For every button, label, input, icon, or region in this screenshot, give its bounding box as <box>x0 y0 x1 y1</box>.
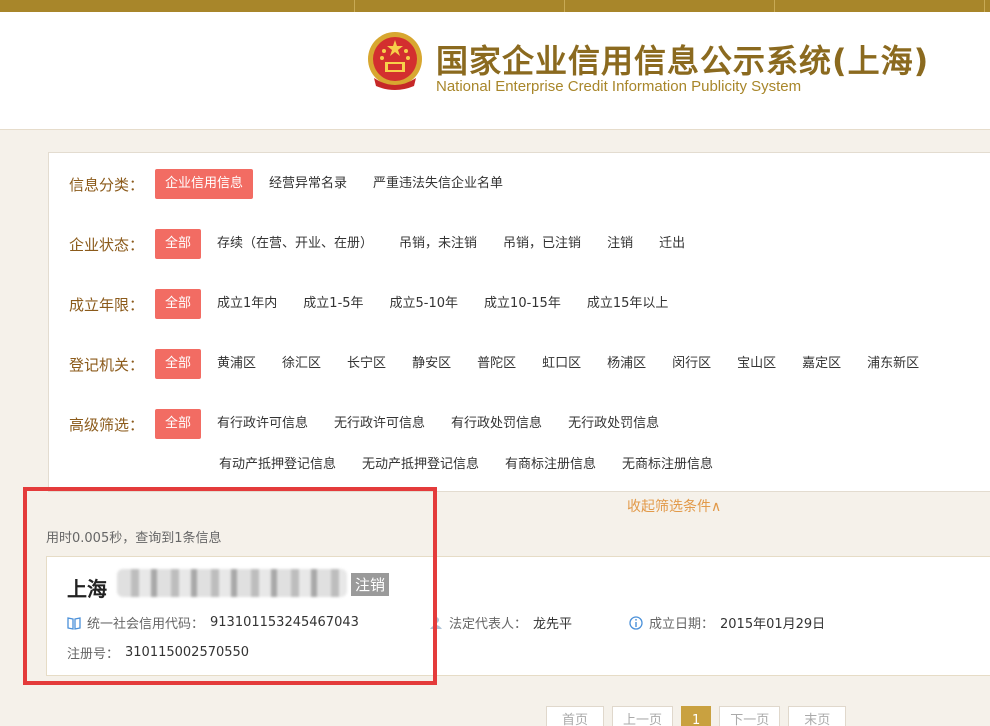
filter-row-category: 信息分类： 企业信用信息 经营异常名录 严重违法失信企业名单 <box>69 169 519 199</box>
filter-row-status: 企业状态： 全部 存续（在营、开业、在册） 吊销，未注销 吊销，已注销 注销 迁… <box>69 229 701 259</box>
first-page-button[interactable]: 首页 <box>546 706 604 726</box>
filter-panel: 信息分类： 企业信用信息 经营异常名录 严重违法失信企业名单 企业状态： 全部 … <box>48 152 990 492</box>
filter-option-district[interactable]: 普陀区 <box>467 349 526 379</box>
filter-label: 高级筛选： <box>69 415 145 434</box>
filter-option-all[interactable]: 全部 <box>155 229 202 259</box>
next-page-button[interactable]: 下一页 <box>719 706 781 726</box>
filter-row-founded: 成立年限： 全部 成立1年内 成立1-5年 成立5-10年 成立10-15年 成… <box>69 289 684 319</box>
filter-row-advanced-continued: 有动产抵押登记信息 无动产抵押登记信息 有商标注册信息 无商标注册信息 <box>209 450 729 480</box>
pagination: 首页 上一页 1 下一页 末页 <box>546 706 847 726</box>
filter-option-all[interactable]: 全部 <box>155 289 202 319</box>
filter-option-blacklist[interactable]: 严重违法失信企业名单 <box>363 169 513 199</box>
filter-option-district[interactable]: 长宁区 <box>337 349 396 379</box>
filter-option-abnormal-list[interactable]: 经营异常名录 <box>259 169 357 199</box>
filter-option-has-trademark[interactable]: 有商标注册信息 <box>495 450 606 480</box>
filter-option-district[interactable]: 宝山区 <box>727 349 786 379</box>
last-page-button[interactable]: 末页 <box>788 706 847 726</box>
legal-rep-field: 法定代表人： 龙先平 <box>429 613 572 632</box>
filter-option-no-license[interactable]: 无行政许可信息 <box>324 409 435 439</box>
filter-option-has-penalty[interactable]: 有行政处罚信息 <box>441 409 552 439</box>
filter-label: 成立年限： <box>69 295 145 314</box>
filter-option-district[interactable]: 虹口区 <box>532 349 591 379</box>
top-bar-segment <box>0 0 355 12</box>
filter-row-authority: 登记机关： 全部 黄浦区 徐汇区 长宁区 静安区 普陀区 虹口区 杨浦区 闵行区… <box>69 349 935 379</box>
founded-date-field: 成立日期： 2015年01月29日 <box>629 613 825 632</box>
filter-option-cancelled[interactable]: 注销 <box>597 229 643 259</box>
filter-label: 企业状态： <box>69 235 145 254</box>
filter-option-district[interactable]: 浦东新区 <box>857 349 929 379</box>
filter-option-under-1-year[interactable]: 成立1年内 <box>207 289 287 319</box>
filter-option-over-15-years[interactable]: 成立15年以上 <box>577 289 679 319</box>
filter-option-revoked-not-cancelled[interactable]: 吊销，未注销 <box>389 229 487 259</box>
top-bar-segment <box>775 0 985 12</box>
filter-option-district[interactable]: 闵行区 <box>662 349 721 379</box>
filter-option-all[interactable]: 全部 <box>155 349 202 379</box>
filter-option-no-trademark[interactable]: 无商标注册信息 <box>612 450 723 480</box>
filter-option-district[interactable]: 杨浦区 <box>597 349 656 379</box>
top-bar <box>0 0 990 12</box>
filter-option-revoked-cancelled[interactable]: 吊销，已注销 <box>493 229 591 259</box>
legal-rep-label: 法定代表人： <box>449 617 528 632</box>
filter-option-active[interactable]: 存续（在营、开业、在册） <box>207 229 383 259</box>
filter-option-all[interactable]: 全部 <box>155 409 202 439</box>
collapse-filters-link[interactable]: 收起筛选条件∧ <box>627 496 721 516</box>
founded-date-value: 2015年01月29日 <box>720 617 826 632</box>
filter-label: 登记机关： <box>69 355 145 374</box>
legal-rep-value: 龙先平 <box>533 617 573 632</box>
top-bar-segment <box>565 0 775 12</box>
filter-option-no-mortgage[interactable]: 无动产抵押登记信息 <box>352 450 489 480</box>
filter-option-credit-info[interactable]: 企业信用信息 <box>155 169 254 199</box>
national-emblem-icon <box>368 32 422 90</box>
filter-option-has-mortgage[interactable]: 有动产抵押登记信息 <box>209 450 346 480</box>
filter-option-district[interactable]: 黄浦区 <box>207 349 266 379</box>
founded-date-label: 成立日期： <box>649 617 715 632</box>
site-title: 国家企业信用信息公示系统(上海) <box>436 42 930 80</box>
filter-option-1-5-years[interactable]: 成立1-5年 <box>293 289 373 319</box>
filter-row-advanced: 高级筛选： 全部 有行政许可信息 无行政许可信息 有行政处罚信息 无行政处罚信息 <box>69 409 675 439</box>
filter-option-district[interactable]: 静安区 <box>402 349 461 379</box>
info-icon <box>629 615 643 630</box>
filter-option-10-15-years[interactable]: 成立10-15年 <box>474 289 571 319</box>
highlight-frame <box>23 487 437 685</box>
filter-option-no-penalty[interactable]: 无行政处罚信息 <box>558 409 669 439</box>
prev-page-button[interactable]: 上一页 <box>612 706 674 726</box>
site-header: 国家企业信用信息公示系统(上海) National Enterprise Cre… <box>0 12 990 130</box>
filter-option-5-10-years[interactable]: 成立5-10年 <box>380 289 469 319</box>
filter-label: 信息分类： <box>69 175 145 194</box>
filter-option-district[interactable]: 徐汇区 <box>272 349 331 379</box>
top-bar-segment <box>355 0 565 12</box>
filter-option-has-license[interactable]: 有行政许可信息 <box>207 409 318 439</box>
site-subtitle: National Enterprise Credit Information P… <box>436 78 802 95</box>
filter-option-district[interactable]: 嘉定区 <box>792 349 851 379</box>
filter-option-moved-out[interactable]: 迁出 <box>649 229 695 259</box>
current-page-button[interactable]: 1 <box>681 706 712 726</box>
